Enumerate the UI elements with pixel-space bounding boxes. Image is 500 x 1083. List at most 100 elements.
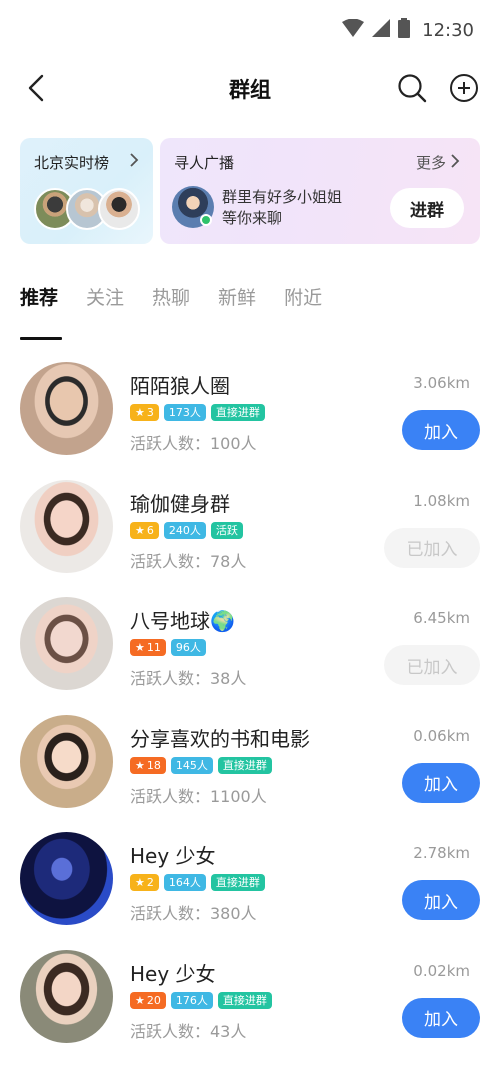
- battery-icon: [398, 18, 411, 42]
- join-button[interactable]: 加入: [402, 880, 480, 920]
- search-button[interactable]: [394, 72, 430, 108]
- tag-badge: 直接进群: [210, 404, 265, 421]
- header: 群组: [0, 60, 500, 120]
- tab-follow[interactable]: 关注: [86, 283, 124, 322]
- group-avatar: [20, 949, 113, 1043]
- member-count-badge: 145人: [170, 756, 213, 774]
- join-button[interactable]: 加入: [402, 762, 480, 803]
- search-icon: [397, 73, 427, 107]
- status-bar: 12:30: [0, 0, 500, 60]
- active-members: 活跃人数：43人: [130, 1021, 247, 1041]
- chevron-right-icon: [450, 153, 460, 173]
- plus-circle-icon: [449, 73, 479, 107]
- group-name: Hey 少女: [130, 844, 216, 868]
- member-count-badge: 240人: [163, 521, 206, 539]
- tag-badge: 直接进群: [210, 874, 265, 891]
- level-value: 20: [146, 993, 161, 1007]
- group-badges: ★ 3 173人 直接进群: [130, 404, 265, 421]
- rank-avatars: [34, 188, 144, 232]
- star-icon: ★: [135, 641, 145, 654]
- level-value: 2: [146, 876, 154, 889]
- member-count-badge: 176人: [170, 991, 213, 1009]
- level-value: 11: [146, 641, 161, 654]
- group-avatar: [20, 832, 113, 925]
- broadcast-card: 寻人广播 更多 群里有好多小姐姐 等你来聊 进群: [160, 138, 480, 244]
- group-name: 分享喜欢的书和电影: [130, 726, 310, 751]
- list-item[interactable]: Hey 少女 ★ 2 164人 直接进群 活跃人数：380人 2.78km 加入: [0, 822, 500, 940]
- level-badge: ★ 6: [130, 521, 159, 539]
- group-badges: ★ 6 240人 活跃: [130, 521, 243, 539]
- distance: 2.78km: [413, 844, 470, 862]
- group-badges: ★ 18 145人 直接进群: [130, 756, 272, 774]
- tag-badge: 直接进群: [217, 756, 272, 774]
- star-icon: ★: [135, 523, 145, 537]
- enter-group-button[interactable]: 进群: [390, 188, 464, 228]
- group-badges: ★ 20 176人 直接进群: [130, 991, 272, 1009]
- active-members: 活跃人数：380人: [130, 904, 257, 923]
- joined-button[interactable]: 已加入: [384, 645, 480, 685]
- active-members: 活跃人数：100人: [130, 434, 257, 453]
- group-avatar: [20, 362, 113, 455]
- tab-hot-chat[interactable]: 热聊: [152, 283, 190, 322]
- signal-icon: [372, 19, 391, 41]
- level-value: 18: [146, 758, 161, 772]
- active-members: 活跃人数：1100人: [130, 786, 267, 806]
- star-icon: ★: [135, 993, 145, 1007]
- joined-button[interactable]: 已加入: [384, 527, 480, 568]
- online-dot: [200, 214, 212, 226]
- group-list: 陌陌狼人圈 ★ 3 173人 直接进群 活跃人数：100人 3.06km 加入 瑜…: [0, 352, 500, 1057]
- broadcast-text-line1: 群里有好多小姐姐: [222, 188, 343, 206]
- list-item[interactable]: 瑜伽健身群 ★ 6 240人 活跃 活跃人数：78人 1.08km 已加入: [0, 470, 500, 588]
- tag-badge: 直接进群: [217, 991, 272, 1009]
- tab-nearby[interactable]: 附近: [284, 283, 322, 322]
- level-badge: ★ 3: [130, 404, 159, 421]
- member-count-badge: 164人: [163, 874, 206, 891]
- active-members: 活跃人数：78人: [130, 551, 247, 571]
- rank-card-label: 北京实时榜: [34, 154, 110, 172]
- level-badge: ★ 2: [130, 874, 159, 891]
- distance: 3.06km: [413, 374, 470, 392]
- join-button[interactable]: 加入: [402, 410, 480, 450]
- distance: 1.08km: [413, 491, 470, 510]
- join-button[interactable]: 加入: [402, 997, 480, 1038]
- status-time: 12:30: [422, 19, 474, 41]
- broadcast-more-link[interactable]: 更多: [416, 152, 460, 173]
- tag-badge: 活跃: [210, 521, 243, 539]
- group-avatar: [20, 714, 113, 808]
- level-badge: ★ 11: [130, 639, 166, 656]
- distance: 0.06km: [413, 726, 470, 745]
- realtime-rank-card[interactable]: 北京实时榜: [20, 138, 153, 244]
- broadcast-label: 寻人广播: [174, 154, 235, 172]
- level-badge: ★ 20: [130, 991, 166, 1009]
- wifi-icon: [342, 18, 365, 41]
- list-item[interactable]: 八号地球🌍 ★ 11 96人 活跃人数：38人 6.45km 已加入: [0, 587, 500, 705]
- level-value: 6: [146, 523, 154, 537]
- distance: 6.45km: [413, 609, 470, 627]
- tab-new[interactable]: 新鲜: [218, 283, 256, 322]
- list-item[interactable]: Hey 少女 ★ 20 176人 直接进群 活跃人数：43人 0.02km 加入: [0, 940, 500, 1058]
- group-name: 八号地球🌍: [130, 609, 235, 633]
- list-item[interactable]: 分享喜欢的书和电影 ★ 18 145人 直接进群 活跃人数：1100人 0.06k…: [0, 705, 500, 823]
- active-members: 活跃人数：38人: [130, 669, 247, 688]
- distance: 0.02km: [413, 961, 470, 980]
- add-button[interactable]: [446, 72, 482, 108]
- broadcast-text-line2: 等你来聊: [222, 209, 283, 227]
- broadcast-text: 群里有好多小姐姐 等你来聊: [222, 187, 382, 229]
- star-icon: ★: [135, 876, 145, 889]
- group-avatar: [20, 597, 113, 690]
- level-value: 3: [146, 406, 154, 419]
- star-icon: ★: [135, 406, 145, 419]
- tab-recommend[interactable]: 推荐: [20, 283, 63, 340]
- member-count-badge: 96人: [170, 639, 206, 656]
- chevron-right-icon: [129, 152, 139, 172]
- tab-bar: 推荐 关注 热聊 新鲜 附近: [20, 283, 322, 340]
- group-name: 陌陌狼人圈: [130, 374, 230, 398]
- group-badges: ★ 2 164人 直接进群: [130, 874, 265, 891]
- level-badge: ★ 18: [130, 756, 166, 774]
- group-avatar: [20, 479, 113, 573]
- group-name: 瑜伽健身群: [130, 491, 230, 516]
- member-count-badge: 173人: [163, 404, 206, 421]
- star-icon: ★: [135, 758, 145, 772]
- list-item[interactable]: 陌陌狼人圈 ★ 3 173人 直接进群 活跃人数：100人 3.06km 加入: [0, 352, 500, 470]
- avatar: [98, 188, 140, 230]
